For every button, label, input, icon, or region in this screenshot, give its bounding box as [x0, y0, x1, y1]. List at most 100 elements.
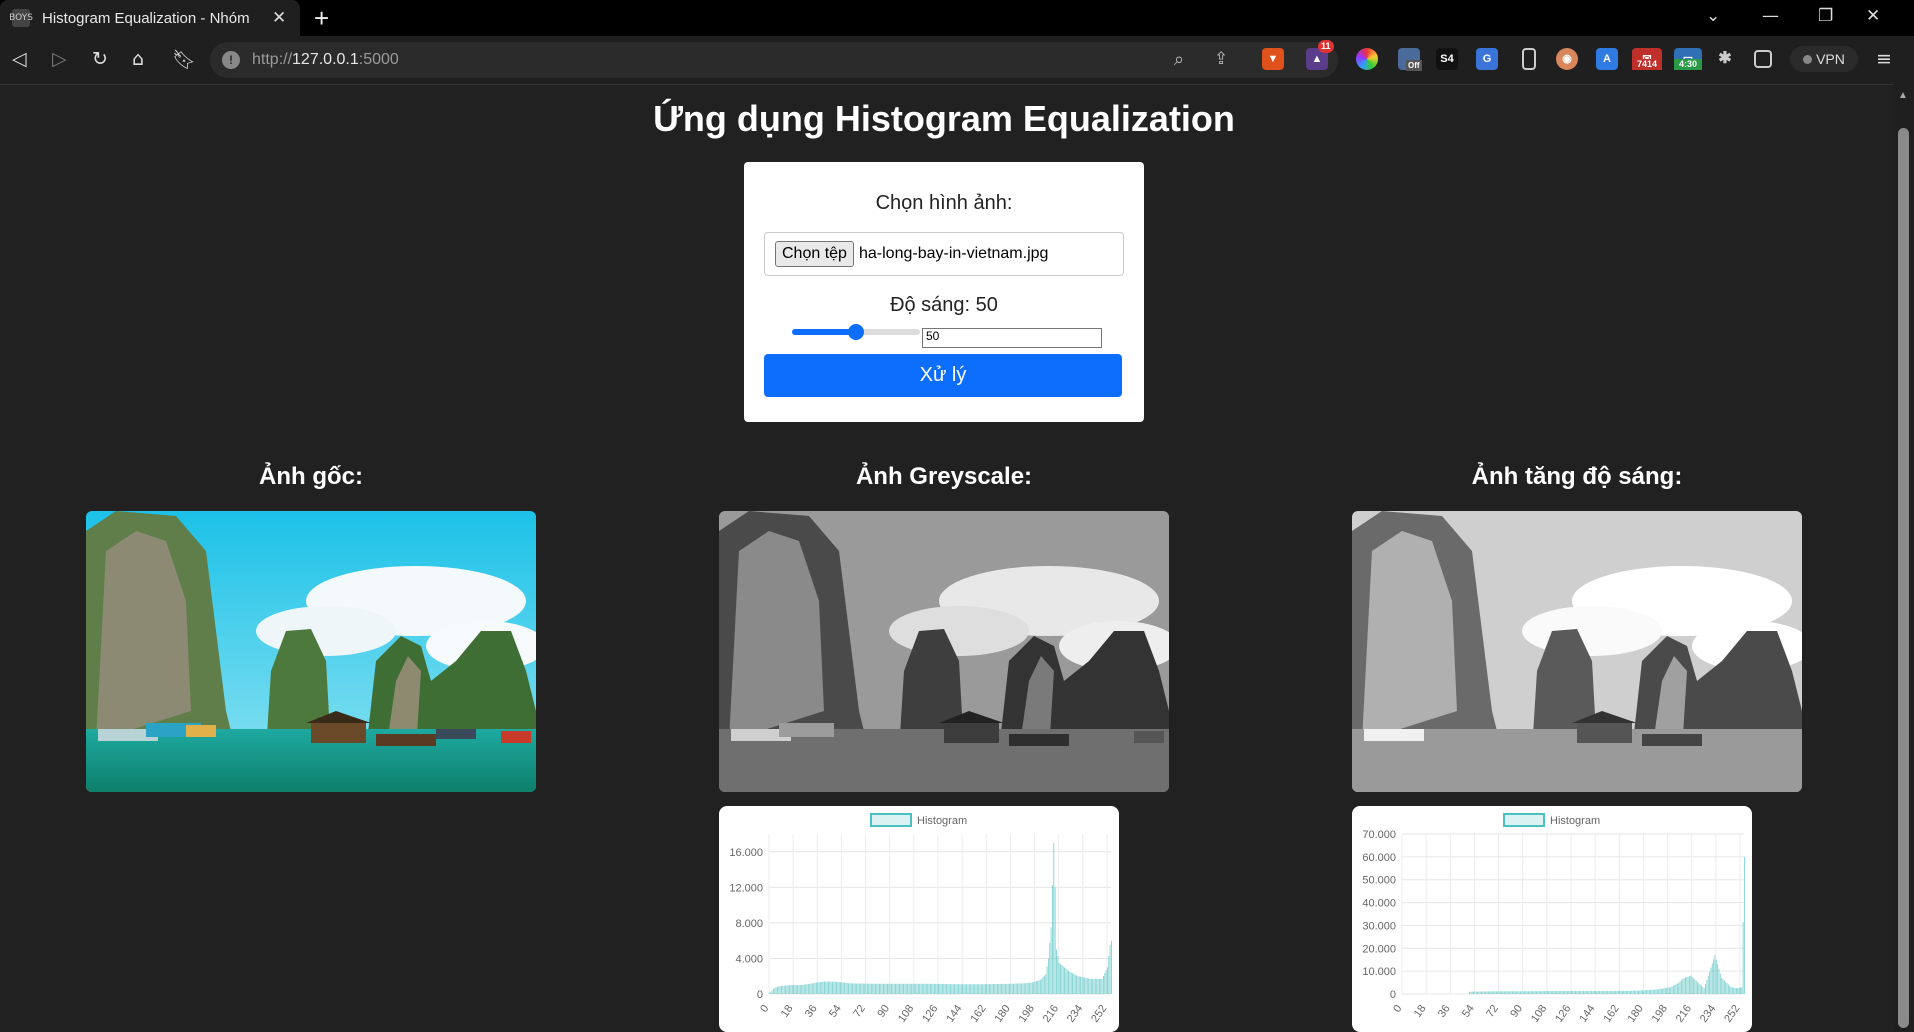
histogram-bar — [822, 981, 824, 994]
choose-file-button[interactable]: Chọn tệp — [775, 241, 854, 267]
histogram-bar — [802, 984, 804, 994]
histogram-bar — [1541, 991, 1543, 994]
histogram-bar — [982, 984, 984, 994]
histogram-bar — [1682, 979, 1684, 994]
histogram-bar — [1485, 991, 1487, 994]
tab-close-icon[interactable]: ✕ — [272, 8, 286, 28]
histogram-bar — [801, 985, 803, 994]
forward-icon[interactable]: ▷ — [52, 48, 67, 70]
histogram-bar — [819, 982, 821, 994]
histogram-bar — [834, 981, 836, 994]
histogram-bar — [1046, 966, 1048, 994]
histogram-bar — [1473, 991, 1474, 994]
file-input[interactable]: Chọn tệp ha-long-bay-in-vietnam.jpg — [764, 232, 1124, 276]
histogram-bar — [1734, 987, 1736, 994]
histogram-bar — [1085, 977, 1087, 994]
brave-shield-icon[interactable]: ▼ — [1262, 48, 1284, 70]
original-image-title: Ảnh gốc: — [259, 463, 363, 490]
histogram-bar — [893, 983, 895, 994]
x-tick-label: 198 — [1017, 1003, 1037, 1025]
a-extension-icon[interactable]: A — [1596, 48, 1618, 70]
histogram-bar — [823, 981, 825, 994]
brightened-image — [1352, 511, 1802, 792]
translate-icon[interactable]: G — [1476, 48, 1498, 70]
bookmark-icon[interactable]: 🔖︎ — [172, 48, 196, 71]
histogram-bar — [803, 984, 805, 994]
histogram-bar — [1522, 991, 1524, 994]
sidebar-icon[interactable] — [1754, 50, 1772, 68]
window-close-icon[interactable]: ✕ — [1866, 6, 1880, 26]
histogram-bar — [937, 983, 939, 994]
reload-icon[interactable]: ↻ — [92, 48, 108, 70]
histogram-bar — [1680, 980, 1682, 994]
process-button[interactable]: Xử lý — [764, 354, 1122, 397]
histogram-bar — [1722, 979, 1724, 994]
scroll-up-icon[interactable]: ▲ — [1898, 90, 1908, 101]
brave-rewards-icon[interactable]: 11 ▲ — [1306, 40, 1334, 70]
share-icon[interactable]: ⇪ — [1214, 49, 1228, 69]
histogram-bar — [1070, 972, 1072, 994]
page-scrollbar[interactable]: ▲ — [1893, 84, 1914, 1031]
phone-icon[interactable] — [1522, 48, 1536, 70]
slider-fill — [792, 329, 856, 335]
vpn-button[interactable]: VPN — [1790, 46, 1858, 72]
extensions-puzzle-icon[interactable]: ✱ — [1714, 48, 1736, 70]
histogram-bar — [1576, 991, 1578, 994]
x-tick-label: 36 — [803, 1003, 820, 1020]
s4-extension-icon[interactable]: S4 — [1436, 48, 1458, 70]
histogram-bar — [920, 983, 922, 994]
histogram-bar — [1565, 991, 1567, 994]
legend-swatch — [1503, 813, 1545, 827]
histogram-bar — [797, 985, 799, 994]
x-tick-label: 108 — [896, 1003, 916, 1025]
histogram-bar — [1486, 991, 1488, 994]
mail-extension-icon[interactable]: 7414✉ — [1632, 48, 1662, 70]
histogram-bar — [1532, 991, 1533, 994]
back-icon[interactable]: ◁ — [12, 48, 27, 70]
histogram-bar — [1599, 991, 1601, 994]
site-info-icon[interactable]: ! — [222, 51, 240, 69]
tab-list-chevron-icon[interactable]: ⌄ — [1706, 6, 1720, 26]
histogram-bar — [1039, 979, 1041, 994]
histogram-bar — [1727, 984, 1729, 994]
histogram-bar — [1548, 991, 1550, 994]
histogram-bar — [1713, 959, 1715, 994]
address-bar[interactable]: ! http://127.0.0.1:5000 ⌕ ⇪ — [210, 42, 1338, 78]
histogram-bar — [806, 984, 808, 994]
histogram-bar — [794, 985, 796, 994]
browser-tab[interactable]: BOYS Histogram Equalization - Nhóm ✕ — [0, 0, 300, 36]
x-tick-label: 54 — [827, 1003, 844, 1020]
histogram-bar — [1073, 974, 1075, 994]
histogram-bar — [1007, 983, 1009, 994]
histogram-bar — [841, 982, 843, 994]
histogram-bar — [1520, 991, 1521, 994]
extension-off-icon[interactable]: Off — [1398, 48, 1422, 71]
histogram-bar — [1585, 991, 1587, 994]
face-extension-icon[interactable]: ◉ — [1556, 48, 1578, 70]
timer-extension-icon[interactable]: 4:30▭ — [1674, 48, 1702, 70]
color-picker-icon[interactable] — [1356, 48, 1378, 70]
histogram-bar — [980, 984, 982, 994]
new-tab-icon[interactable]: + — [314, 3, 329, 34]
histogram-bar — [770, 991, 772, 994]
scrollbar-thumb[interactable] — [1898, 128, 1909, 1028]
minimize-icon[interactable]: — — [1762, 6, 1779, 26]
legend-swatch — [870, 813, 912, 827]
histogram-bar — [877, 983, 879, 994]
slider-thumb[interactable] — [848, 324, 864, 340]
histogram-bar — [900, 983, 902, 994]
brightness-number-input[interactable]: 50 — [922, 328, 1102, 348]
histogram-bar — [904, 983, 906, 994]
zoom-icon[interactable]: ⌕ — [1174, 49, 1184, 70]
histogram-bar — [1738, 987, 1740, 994]
brightness-slider[interactable] — [792, 324, 920, 340]
x-tick-label: 198 — [1650, 1003, 1670, 1025]
histogram-bar — [1045, 974, 1047, 994]
histogram-bar — [1707, 975, 1709, 994]
restore-icon[interactable]: ❐ — [1818, 6, 1833, 26]
histogram-bar — [857, 983, 859, 994]
menu-icon[interactable]: ≡ — [1876, 48, 1892, 70]
home-icon[interactable]: ⌂ — [132, 48, 144, 70]
histogram-bar — [868, 983, 870, 994]
histogram-bar — [1730, 987, 1732, 994]
